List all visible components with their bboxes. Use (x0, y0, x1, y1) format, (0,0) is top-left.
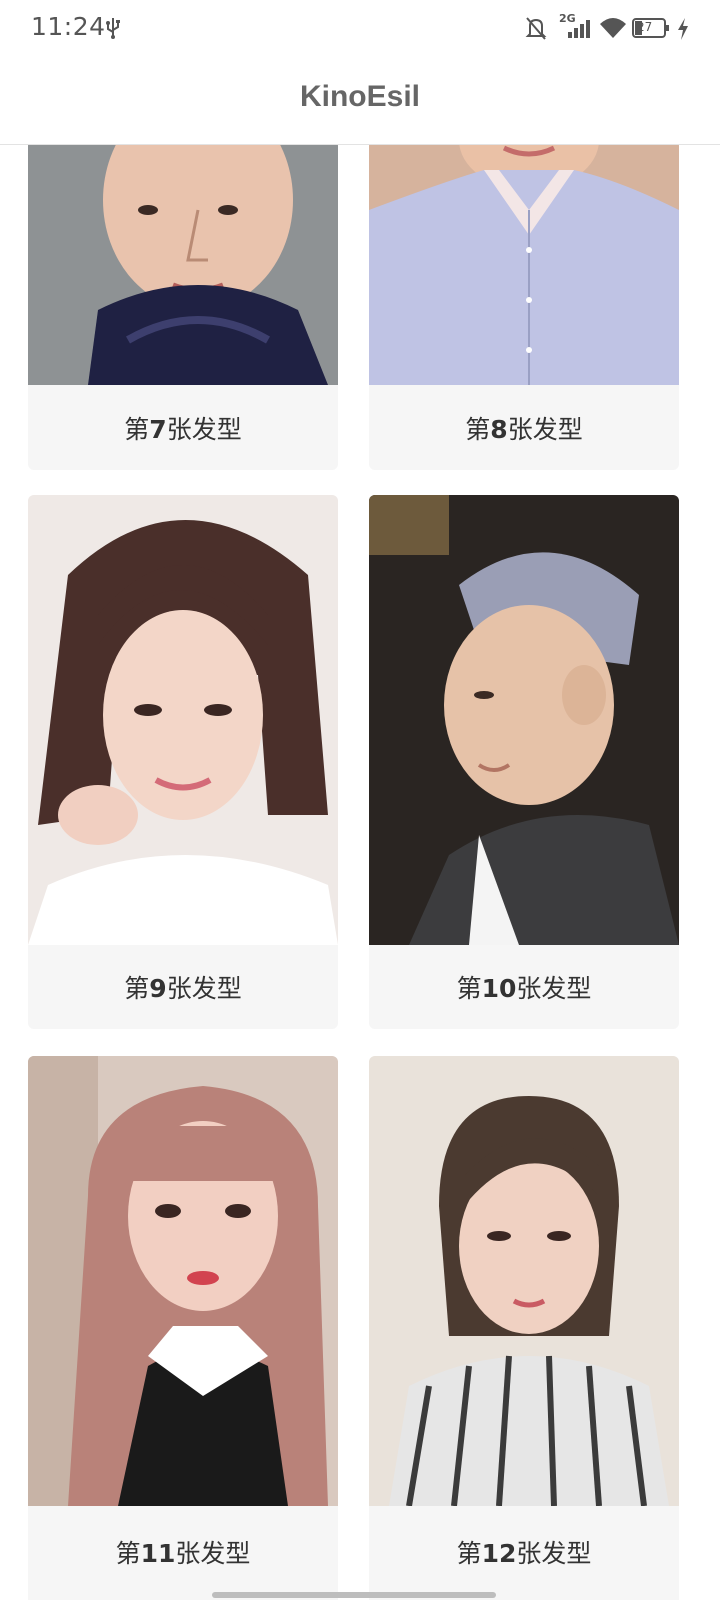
label-suffix: 张发型 (516, 974, 592, 1003)
battery-icon: 27 (632, 16, 672, 44)
hairstyle-photo[interactable] (369, 495, 679, 945)
hairstyle-card-7[interactable]: 第7张发型 (28, 145, 338, 470)
page-title: KinoEsil (299, 80, 420, 113)
home-indicator[interactable] (212, 1592, 496, 1598)
label-number: 9 (149, 974, 167, 1003)
label-number: 12 (481, 1539, 517, 1568)
label-number: 10 (481, 974, 517, 1003)
label-prefix: 第 (115, 1539, 141, 1568)
hairstyle-photo[interactable] (28, 495, 338, 945)
label-suffix: 张发型 (166, 415, 242, 444)
network-label: 2G (559, 12, 576, 25)
hairstyle-label: 第11张发型 (28, 1534, 338, 1570)
hairstyle-label: 第9张发型 (28, 969, 338, 1005)
hairstyle-card-10[interactable]: 第10张发型 (369, 495, 679, 1029)
label-prefix: 第 (456, 1539, 482, 1568)
label-suffix: 张发型 (166, 974, 242, 1003)
label-prefix: 第 (456, 974, 482, 1003)
bell-off-icon (524, 12, 548, 48)
hairstyle-photo[interactable] (28, 145, 338, 385)
hairstyle-card-11[interactable]: 第11张发型 (28, 1056, 338, 1600)
label-suffix: 张发型 (516, 1539, 592, 1568)
label-prefix: 第 (124, 974, 150, 1003)
hairstyle-photo[interactable] (369, 145, 679, 385)
usb-icon (104, 16, 122, 44)
hairstyle-label: 第12张发型 (369, 1534, 679, 1570)
hairstyle-photo[interactable] (369, 1056, 679, 1506)
label-prefix: 第 (465, 415, 491, 444)
hairstyle-label: 第8张发型 (369, 410, 679, 446)
status-time: 11:24 (31, 12, 106, 41)
hairstyle-label: 第7张发型 (28, 410, 338, 446)
hairstyle-card-8[interactable]: 第8张发型 (369, 145, 679, 470)
label-suffix: 张发型 (507, 415, 583, 444)
hairstyle-card-12[interactable]: 第12张发型 (369, 1056, 679, 1600)
label-suffix: 张发型 (175, 1539, 251, 1568)
battery-level: 27 (637, 20, 653, 34)
label-number: 11 (140, 1539, 176, 1568)
charging-icon (676, 12, 690, 48)
status-bar: 11:24 2G 27 (0, 0, 720, 58)
app-header: KinoEsil (0, 58, 720, 145)
label-prefix: 第 (124, 415, 150, 444)
hairstyle-card-9[interactable]: 第9张发型 (28, 495, 338, 1029)
label-number: 7 (149, 415, 167, 444)
wifi-icon (598, 12, 628, 48)
hairstyle-grid[interactable]: 第7张发型 第8张发型 第9张发型 第10张发型 第11张发型 第12张发型 (0, 145, 720, 1600)
hairstyle-photo[interactable] (28, 1056, 338, 1506)
label-number: 8 (490, 415, 508, 444)
hairstyle-label: 第10张发型 (369, 969, 679, 1005)
